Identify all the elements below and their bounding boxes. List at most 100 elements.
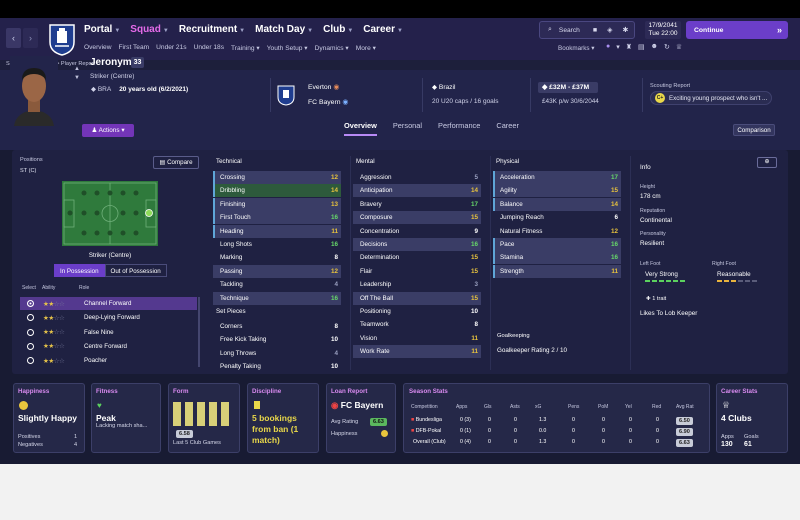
season-stats-column-header[interactable]: Avg Rat [676,404,694,410]
attribute-row[interactable]: Anticipation 14 [353,184,481,198]
attribute-row[interactable]: Composure 15 [353,211,481,225]
attribute-row[interactable]: Natural Fitness 12 [493,225,621,238]
bookmark-icon[interactable]: ■ [593,27,597,34]
attribute-row[interactable]: Jumping Reach 6 [493,211,621,224]
role-row[interactable]: ★★☆☆ Centre Forward [20,340,197,353]
attribute-row[interactable]: Bravery 17 [353,198,481,211]
season-stats-column-header[interactable]: xG [535,404,541,410]
attribute-row[interactable]: Leadership 3 [353,278,481,291]
attribute-row[interactable]: Off The Ball 15 [353,291,481,305]
role-row[interactable]: ★★☆☆ False Nine [20,326,197,339]
role-list-scrollbar[interactable] [198,297,200,367]
season-stats-column-header[interactable]: Gls [484,404,492,410]
forward-arrow-icon[interactable]: › [23,28,38,48]
subnav-more[interactable]: More ▾ [356,44,376,52]
attribute-row[interactable]: Flair 15 [353,265,481,278]
documents-icon[interactable]: ▤ [638,43,645,51]
settings-gear-icon[interactable]: ✱ [622,26,628,34]
nav-squad[interactable]: Squad ▼ [130,24,169,35]
season-stats-column-header[interactable]: PoM [598,404,608,410]
role-row[interactable]: ★★☆☆ Poacher [20,354,197,367]
attribute-row[interactable]: Corners 8 [213,320,341,333]
subnav-youth-setup[interactable]: Youth Setup ▾ [267,44,308,52]
out-of-possession-tab[interactable]: Out of Possession [104,264,167,277]
attribute-row[interactable]: Free Kick Taking 10 [213,333,341,346]
subnav-dynamics[interactable]: Dynamics ▾ [315,44,349,52]
attribute-row[interactable]: Positioning 10 [353,305,481,318]
attribute-row[interactable]: Heading 11 [213,224,341,238]
attribute-row[interactable]: Vision 11 [353,332,481,345]
attribute-row[interactable]: Dribbling 14 [213,184,341,198]
role-radio[interactable] [27,342,34,350]
scouting-report[interactable]: C+ Exciting young prospect who isn't ... [650,91,772,105]
subnav-under-21s[interactable]: Under 21s [156,44,186,52]
attribute-row[interactable]: Teamwork 8 [353,318,481,331]
shirt-icon[interactable]: ♜ [626,43,632,51]
attribute-row[interactable]: Concentration 9 [353,225,481,238]
back-arrow-icon[interactable]: ‹ [6,28,21,48]
attribute-row[interactable]: Stamina 16 [493,251,621,265]
scout-badge-icon[interactable]: ● [606,43,610,51]
attribute-row[interactable]: Penalty Taking 10 [213,360,341,373]
nav-match-day[interactable]: Match Day ▼ [255,24,313,35]
in-possession-tab[interactable]: In Possession [54,264,105,277]
attribute-row[interactable]: Determination 15 [353,251,481,264]
role-radio[interactable] [27,328,34,336]
nav-career[interactable]: Career ▼ [363,24,403,35]
season-stats-column-header[interactable]: Competition [411,404,438,410]
continue-button[interactable]: Continue » [686,21,788,39]
attribute-row[interactable]: Long Shots 16 [213,238,341,251]
subnav-overview[interactable]: Overview [84,44,111,52]
game-date[interactable]: 17/9/2041 Tue 22:00 [645,21,681,39]
nav-recruitment[interactable]: Recruitment ▼ [179,24,245,35]
people-icon[interactable]: ☻ [651,43,658,51]
search-button[interactable]: ⌕ Search ■ ◈ ✱ [539,21,635,39]
season-stats-column-header[interactable]: Pens [568,404,579,410]
tab-overview[interactable]: Overview [344,121,377,136]
traits-label[interactable]: ✚ 1 trait [646,296,666,302]
trophy-icon[interactable]: ♕ [676,43,682,51]
season-competition[interactable]: ■ Bundesliga [411,417,442,423]
tab-personal[interactable]: Personal [393,121,422,136]
attribute-row[interactable]: Work Rate 11 [353,345,481,359]
role-radio[interactable] [27,314,34,322]
tab-performance[interactable]: Performance [438,121,480,136]
shield-icon[interactable]: ◈ [607,26,612,34]
attribute-row[interactable]: Marking 8 [213,251,341,264]
season-stats-column-header[interactable]: Yel [625,404,632,410]
season-stats-card[interactable] [403,383,710,453]
nav-portal[interactable]: Portal ▼ [84,24,120,35]
season-stats-column-header[interactable]: Apps [456,404,467,410]
subnav-under-18s[interactable]: Under 18s [194,44,224,52]
parent-club[interactable]: Everton ◉ [308,83,339,91]
attribute-row[interactable]: Decisions 16 [353,238,481,251]
compare-button[interactable]: ▤ Compare [153,156,199,169]
notifications-icon[interactable]: ▾ [616,43,620,51]
tab-career[interactable]: Career [496,121,519,136]
attribute-row[interactable]: Agility 15 [493,184,621,198]
attribute-row[interactable]: First Touch 16 [213,211,341,225]
bookmarks-dropdown[interactable]: Bookmarks ▾ [558,45,594,52]
attribute-row[interactable]: Tackling 4 [213,278,341,291]
info-options-icon[interactable]: ⊕ [757,157,777,168]
attribute-row[interactable]: Technique 16 [213,291,341,305]
role-radio[interactable] [27,300,34,307]
attribute-row[interactable]: Pace 16 [493,238,621,251]
player-nav-arrows[interactable]: ▲ ▼ [74,65,80,83]
role-radio[interactable] [27,357,34,365]
attribute-row[interactable]: Passing 12 [213,264,341,278]
role-row[interactable]: ★★☆☆ Deep-Lying Forward [20,311,197,324]
attribute-row[interactable]: Crossing 12 [213,171,341,184]
attribute-row[interactable]: Aggression 5 [353,171,481,184]
season-stats-column-header[interactable]: Asts [510,404,520,410]
attribute-row[interactable]: Balance 14 [493,197,621,211]
attribute-row[interactable]: Strength 11 [493,264,621,278]
subnav-first-team[interactable]: First Team [118,44,149,52]
attribute-row[interactable]: Acceleration 17 [493,171,621,184]
refresh-icon[interactable]: ↻ [664,43,670,51]
season-stats-column-header[interactable]: Red [652,404,661,410]
attribute-row[interactable]: Finishing 13 [213,197,341,211]
actions-button[interactable]: ♟ Actions ▾ [82,124,134,137]
club-crest-icon[interactable] [47,22,77,56]
attribute-row[interactable]: Long Throws 4 [213,347,341,360]
